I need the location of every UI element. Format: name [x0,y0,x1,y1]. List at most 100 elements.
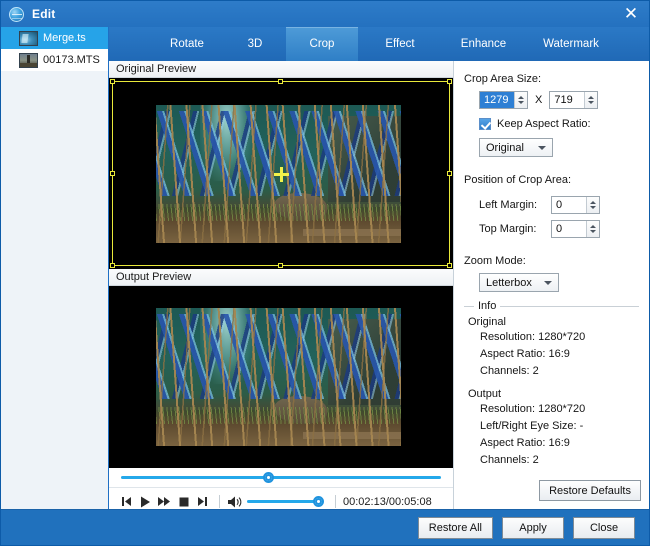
original-preview-header: Original Preview [109,61,453,78]
file-item-00173-mts[interactable]: 00173.MTS [1,49,108,71]
restore-all-button[interactable]: Restore All [418,517,493,539]
transport-divider [335,495,336,508]
crop-area-size-label: Crop Area Size: [464,73,639,85]
crop-width-value[interactable]: 1279 [480,92,514,108]
tab-bar-spacer [109,27,150,61]
crop-handle-top-center[interactable] [278,79,283,84]
volume-icon[interactable] [227,495,243,509]
close-button[interactable]: Close [573,517,635,539]
footer-bar: Restore All Apply Close [1,509,649,545]
aspect-ratio-row: Original [464,138,639,157]
apply-button[interactable]: Apply [502,517,564,539]
aspect-ratio-select[interactable]: Original [479,138,553,157]
crop-size-row: 1279 X 719 [464,91,639,109]
left-margin-arrows[interactable] [586,197,599,213]
info-original-resolution: Resolution: 1280*720 [480,331,639,343]
crop-handle-bottom-left[interactable] [110,263,115,268]
tab-effect[interactable]: Effect [358,27,442,61]
crop-height-arrows[interactable] [584,92,597,108]
info-group: Info Original Resolution: 1280*720 Aspec… [464,306,639,471]
info-output-eye-size: Left/Right Eye Size: - [480,420,639,432]
top-margin-arrows[interactable] [586,221,599,237]
tab-3d[interactable]: 3D [224,27,286,61]
info-legend: Info [474,300,500,312]
crop-width-arrows[interactable] [514,92,527,108]
volume-slider[interactable] [247,500,321,503]
zoom-mode-value: Letterbox [486,277,532,289]
info-original-aspect-ratio: Aspect Ratio: 16:9 [480,348,639,360]
info-output-heading: Output [468,388,639,400]
video-stems [156,105,401,243]
crop-handle-middle-left[interactable] [110,171,115,176]
crop-width-stepper[interactable]: 1279 [479,91,528,109]
crop-handle-top-left[interactable] [110,79,115,84]
output-preview-stage [109,286,453,468]
title-bar: Edit ✕ [1,1,649,27]
output-preview-header: Output Preview [109,269,453,286]
output-video-frame [156,308,401,446]
close-icon[interactable]: ✕ [621,4,641,24]
zoom-mode-label: Zoom Mode: [464,255,639,267]
left-margin-stepper[interactable]: 0 [551,196,600,214]
keep-aspect-ratio-checkbox[interactable] [479,118,491,130]
chevron-down-icon [538,146,546,150]
tab-crop[interactable]: Crop [286,27,358,61]
crop-handle-middle-right[interactable] [447,171,452,176]
tab-watermark[interactable]: Watermark [525,27,617,61]
keep-aspect-ratio-row[interactable]: Keep Aspect Ratio: [464,118,639,130]
window-body: Merge.ts 00173.MTS Rotate 3D Crop Effect… [1,27,649,509]
zoom-mode-select[interactable]: Letterbox [479,273,559,292]
original-video-frame [156,105,401,243]
transport-divider [219,495,220,508]
top-margin-stepper[interactable]: 0 [551,220,600,238]
tab-rotate[interactable]: Rotate [150,27,224,61]
app-globe-icon [9,7,24,22]
tab-content-crop: Original Preview [109,61,649,509]
file-sidebar: Merge.ts 00173.MTS [1,27,109,509]
info-output-channels: Channels: 2 [480,454,639,466]
info-original-heading: Original [468,316,639,328]
volume-slider-handle[interactable] [313,496,324,507]
file-item-label: Merge.ts [43,32,86,44]
crop-options-panel: Crop Area Size: 1279 X 719 [454,61,649,509]
spacer [464,238,639,255]
info-output-aspect-ratio: Aspect Ratio: 16:9 [480,437,639,449]
spacer [464,157,639,174]
crop-handle-bottom-right[interactable] [447,263,452,268]
crop-handle-top-right[interactable] [447,79,452,84]
info-output-resolution: Resolution: 1280*720 [480,403,639,415]
size-separator-label: X [535,94,542,106]
left-margin-row: Left Margin: 0 [464,196,639,214]
file-item-merge-ts[interactable]: Merge.ts [1,27,108,49]
restore-defaults-button[interactable]: Restore Defaults [539,480,641,501]
file-thumbnail-icon [19,31,38,46]
seek-bar-row [109,468,453,488]
video-stems [156,308,401,446]
info-original-channels: Channels: 2 [480,365,639,377]
file-item-label: 00173.MTS [43,54,100,66]
top-margin-value[interactable]: 0 [552,221,586,237]
crop-height-stepper[interactable]: 719 [549,91,598,109]
tab-enhance[interactable]: Enhance [442,27,525,61]
keep-aspect-ratio-label: Keep Aspect Ratio: [497,118,591,130]
file-list: Merge.ts 00173.MTS [1,27,108,71]
left-margin-value[interactable]: 0 [552,197,586,213]
edit-window: Edit ✕ Merge.ts 00173.MTS Rotate [0,0,650,546]
main-column: Rotate 3D Crop Effect Enhance Watermark … [109,27,649,509]
top-margin-label: Top Margin: [479,223,551,235]
left-margin-label: Left Margin: [479,199,551,211]
window-title: Edit [32,7,55,21]
aspect-ratio-value: Original [486,142,524,154]
crop-height-value[interactable]: 719 [550,92,584,108]
seek-bar-handle[interactable] [263,472,274,483]
position-of-crop-area-label: Position of Crop Area: [464,174,639,186]
top-margin-row: Top Margin: 0 [464,220,639,238]
time-display: 00:02:13/00:05:08 [343,496,432,508]
original-preview-stage[interactable] [109,78,453,269]
crop-handle-bottom-center[interactable] [278,263,283,268]
chevron-down-icon [544,281,552,285]
tab-bar: Rotate 3D Crop Effect Enhance Watermark [109,27,649,61]
file-thumbnail-icon [19,53,38,68]
seek-bar[interactable] [121,476,441,479]
zoom-mode-row: Letterbox [464,273,639,292]
